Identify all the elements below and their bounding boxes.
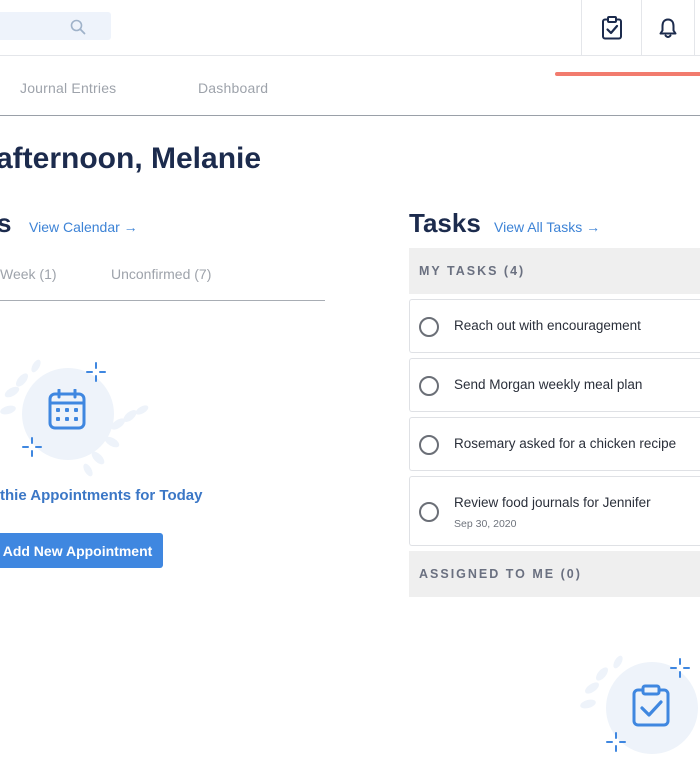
task-text: Reach out with encouragement — [454, 318, 641, 333]
sparkle-icon — [22, 437, 42, 457]
view-calendar-link[interactable]: View Calendar → — [29, 219, 138, 235]
tasks-title: Tasks — [409, 208, 481, 238]
tasks-menu-button[interactable] — [581, 0, 642, 55]
task-item[interactable]: Reach out with encouragement — [409, 299, 700, 353]
bell-icon — [659, 18, 677, 38]
sparkle-icon — [86, 362, 106, 382]
tab-week[interactable]: Week (1) — [0, 266, 57, 282]
task-due-date: Sep 30, 2020 — [454, 518, 517, 530]
task-checkbox[interactable] — [419, 435, 439, 455]
tabs-divider — [0, 300, 325, 301]
search-icon[interactable] — [69, 18, 87, 36]
appointments-title: s — [0, 208, 12, 238]
my-tasks-label: MY TASKS (4) — [419, 264, 526, 278]
task-item[interactable]: Rosemary asked for a chicken recipe — [409, 417, 700, 471]
tab-unconfirmed[interactable]: Unconfirmed (7) — [111, 266, 211, 282]
nav-dashboard[interactable]: Dashboard — [198, 80, 268, 96]
tasks-clipboard-icon — [602, 15, 622, 39]
nav-active-indicator — [555, 72, 700, 76]
task-item[interactable]: Send Morgan weekly meal plan — [409, 358, 700, 412]
assigned-to-me-label: ASSIGNED TO ME (0) — [419, 567, 582, 581]
task-checkbox[interactable] — [419, 317, 439, 337]
task-text: Rosemary asked for a chicken recipe — [454, 436, 677, 451]
task-text: Review food journals for Jennifer — [454, 495, 651, 510]
appointments-empty-message: thie Appointments for Today — [0, 487, 203, 504]
calendar-icon — [48, 389, 86, 430]
view-all-tasks-link[interactable]: View All Tasks → — [494, 219, 600, 235]
sparkle-icon — [670, 658, 690, 678]
nav-journal-entries[interactable]: Journal Entries — [20, 80, 116, 96]
search-input[interactable] — [0, 12, 111, 40]
add-appointment-button[interactable]: Add New Appointment — [0, 533, 163, 568]
task-text: Send Morgan weekly meal plan — [454, 377, 643, 392]
notifications-button[interactable] — [641, 0, 695, 55]
clipboard-check-icon — [632, 684, 670, 727]
task-checkbox[interactable] — [419, 376, 439, 396]
task-checkbox[interactable] — [419, 502, 439, 522]
sparkle-icon — [606, 732, 626, 752]
task-item[interactable]: Review food journals for Jennifer Sep 30… — [409, 476, 700, 546]
page-greeting: afternoon, Melanie — [0, 142, 262, 175]
